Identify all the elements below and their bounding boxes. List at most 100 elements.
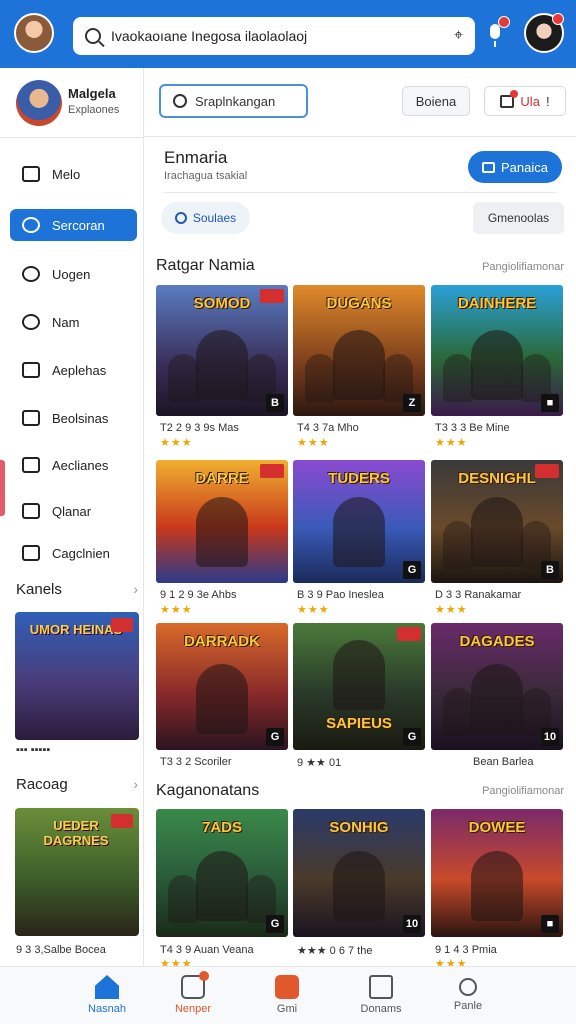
play-icon [275,975,299,999]
sidebar-card-2-meta: 9 3 3,Salbe Bocea [16,944,106,956]
sidebar-item-6[interactable]: Aeclianes [10,449,137,481]
game-card[interactable]: SONHIG 10 [293,809,425,937]
sidebar-item-7[interactable]: Qlanar [10,495,137,527]
sidebar-item-5[interactable]: Beolsinas [10,402,137,434]
calendar-icon [22,410,40,426]
game-card[interactable]: DOWEE ■ [431,809,563,937]
sidebar-card-1-meta: ▪▪▪ ▪▪▪▪▪ [16,744,51,756]
card-meta: T3 3 3 Be Mine [435,422,510,434]
avatar-icon[interactable] [14,13,54,53]
sidebar-section-racoag[interactable]: Racoag › [16,776,138,793]
category-button[interactable]: Gmenoolas [473,202,564,234]
sidebar-item-8[interactable]: Cagclnien [10,537,137,569]
bottom-nav-search[interactable]: Panle [423,975,513,1012]
rating-stars: ★★★ [435,437,468,449]
profile-subtitle: Explaones [68,104,120,116]
document-icon [369,975,393,999]
page-title: Enmaria [164,148,228,167]
chat-icon [22,314,40,330]
search-icon [173,94,187,108]
game-card[interactable]: SOMOD B [156,285,288,416]
game-card[interactable]: DARRADK G [156,623,288,750]
section-link-2[interactable]: Pangiolifiamonar [482,785,564,797]
card-meta: 9 1 4 3 Pmia [435,944,497,956]
rating-stars: ★★★ [297,604,330,616]
divider [144,136,576,137]
filter-button[interactable]: Boiena [402,86,470,116]
card-meta: Bean Barlea [473,756,534,768]
bottom-nav-store[interactable]: Nenper [148,971,238,1015]
rating-stars: ★★★ [297,437,330,449]
divider [164,192,556,193]
folder-icon [22,166,40,182]
window-icon [482,161,495,173]
page-subtitle: Irachagua tsakial [164,170,248,182]
edit-icon [22,362,40,378]
rating-stars: ★★★ [435,604,468,616]
code-icon [22,545,40,561]
sidebar-item-2[interactable]: Uogen [10,258,137,290]
home-icon [95,975,119,999]
sidebar-profile[interactable]: Malgela Explaones [0,68,144,138]
card-meta: T4 3 7a Mho [297,422,359,434]
search-icon [459,978,477,996]
pin-icon[interactable]: ⌖ [454,27,463,45]
badge-icon [111,618,133,632]
square-icon [22,457,40,473]
game-card[interactable]: DAGADES 10 [431,623,563,750]
rating-stars: ★★★ [160,604,193,616]
sidebar-game-card-1[interactable]: UMOR HEINAS [15,612,139,740]
rating-stars: ★★★ [160,437,193,449]
search-icon [174,212,187,224]
game-card[interactable]: DARRE [156,460,288,583]
bottom-nav-play[interactable]: Gmi [242,975,332,1015]
card-meta: T3 3 2 Scoriler [160,756,232,768]
microphone-icon[interactable] [486,16,510,48]
card-meta: 9 ★★ 01 [297,757,342,769]
alert-button[interactable]: Ula ! [484,86,566,116]
game-card[interactable]: DAINHERE ■ [431,285,563,416]
game-card[interactable]: DUGANS Z [293,285,425,416]
sidebar-item-0[interactable]: Melo [10,158,137,190]
sidebar-item-4[interactable]: Aeplehas [10,354,137,386]
gamepad-icon [22,266,40,282]
chevron-right-icon: › [133,776,138,792]
search-pill-button[interactable]: Soulaes [161,202,250,234]
game-card[interactable]: DESNIGHL B [431,460,563,583]
bottom-navigation: Nasnah Nenper Gmi Donams Panle [0,966,576,1024]
section-title-2: Kaganonatans [156,782,260,799]
global-search-text[interactable]: Ivaokaoıane Inegosa ilaolaolaoj [111,28,444,44]
search-icon [22,217,40,233]
section-link-1[interactable]: Pangiolifiamonar [482,261,564,273]
game-card[interactable]: 7ADS G [156,809,288,937]
badge-icon [111,814,133,828]
card-meta: T4 3 9 Auan Veana [160,944,254,956]
card-meta: ★★★ 0 6 7 the [297,945,373,957]
sidebar-accent-bar [0,460,5,516]
sidebar-item-3[interactable]: Nam [10,306,137,338]
card-meta: B 3 9 Pao Ineslea [297,589,384,601]
pen-icon [22,503,40,519]
sub-search-input[interactable]: Sraplnkangan [159,84,308,118]
sidebar-item-1[interactable]: Sercoran [10,209,137,241]
sidebar-game-card-2[interactable]: UEDER DAGRNES [15,808,139,936]
bag-icon [500,89,519,108]
store-icon [181,971,209,999]
profile-picture-icon [16,80,62,126]
global-search-bar[interactable]: Ivaokaoıane Inegosa ilaolaolaoj ⌖ [73,17,475,55]
bottom-nav-home[interactable]: Nasnah [62,975,152,1015]
primary-action-button[interactable]: Panaica [468,151,562,183]
main-content: Sraplnkangan Boiena Ula ! Enmaria Iracha… [144,68,576,970]
section-title-1: Ratgar Namia [156,257,255,274]
sidebar-section-kanels[interactable]: Kanels › [16,581,138,598]
user-avatar-icon[interactable] [524,13,564,53]
game-card[interactable]: TUDERS G [293,460,425,583]
chevron-right-icon: › [133,581,138,597]
card-meta: D 3 3 Ranakamar [435,589,522,601]
search-icon [85,28,101,44]
top-bar: Ivaokaoıane Inegosa ilaolaolaoj ⌖ [0,0,576,68]
card-meta: 9 1 2 9 3e Ahbs [160,589,237,601]
sidebar: Malgela Explaones Melo Sercoran Uogen Na… [0,68,144,968]
bottom-nav-documents[interactable]: Donams [336,975,426,1015]
game-card[interactable]: SAPIEUS G [293,623,425,750]
